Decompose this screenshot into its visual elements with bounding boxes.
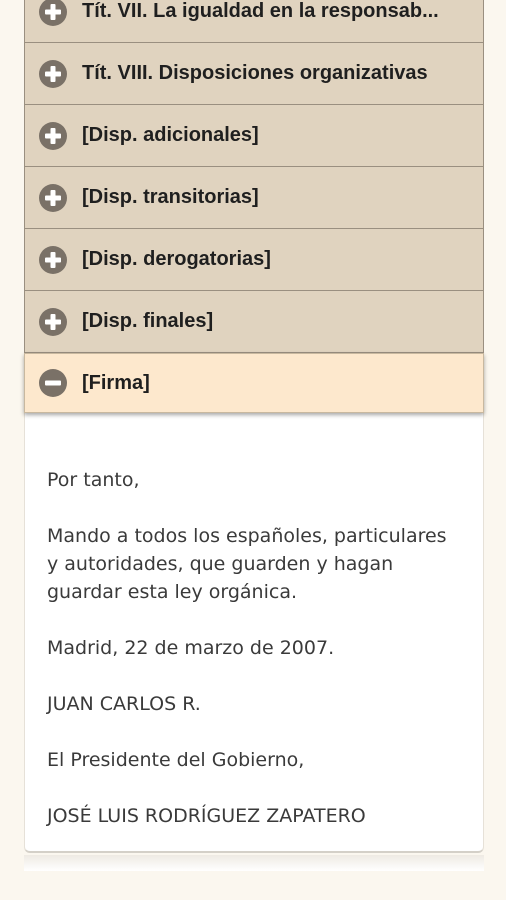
firma-king-signature: JUAN CARLOS R. xyxy=(47,693,201,715)
accordion-item-disp-finales[interactable]: [Disp. finales] xyxy=(24,291,484,353)
accordion: Tít. VII. La igualdad en la responsab...… xyxy=(24,0,484,871)
firma-date: Madrid, 22 de marzo de 2007. xyxy=(47,637,335,659)
accordion-item-titulo-vii[interactable]: Tít. VII. La igualdad en la responsab... xyxy=(24,0,484,43)
plus-circle-icon xyxy=(39,307,67,336)
accordion-item-disp-derogatorias[interactable]: [Disp. derogatorias] xyxy=(24,229,484,291)
firma-president-signature: JOSÉ LUIS RODRÍGUEZ ZAPATERO xyxy=(47,805,366,827)
accordion-item-label: [Disp. transitorias] xyxy=(82,186,259,208)
content-footer-divider xyxy=(24,855,484,871)
accordion-item-label: Tít. VII. La igualdad en la responsab... xyxy=(82,0,439,22)
firma-paragraph: El Presidente del Gobierno, xyxy=(47,749,305,771)
plus-circle-icon xyxy=(39,59,67,88)
minus-circle-icon xyxy=(39,369,67,397)
accordion-item-label: Tít. VIII. Disposiciones organizativas xyxy=(82,62,428,84)
plus-circle-icon xyxy=(39,0,67,26)
accordion-item-label: [Disp. finales] xyxy=(82,310,214,332)
accordion-item-titulo-viii[interactable]: Tít. VIII. Disposiciones organizativas xyxy=(24,43,484,105)
accordion-item-disp-transitorias[interactable]: [Disp. transitorias] xyxy=(24,167,484,229)
accordion-item-label: [Disp. adicionales] xyxy=(82,124,259,146)
accordion-item-label: [Firma] xyxy=(82,371,150,394)
plus-circle-icon xyxy=(39,121,67,150)
firma-paragraph: Mando a todos los españoles, particulare… xyxy=(47,525,447,603)
plus-circle-icon xyxy=(39,245,67,274)
accordion-item-disp-adicionales[interactable]: [Disp. adicionales] xyxy=(24,105,484,167)
firma-panel: Por tanto, Mando a todos los españoles, … xyxy=(24,413,484,853)
accordion-item-firma[interactable]: [Firma] xyxy=(24,353,484,413)
plus-circle-icon xyxy=(39,183,67,212)
firma-paragraph: Por tanto, xyxy=(47,469,140,491)
accordion-item-label: [Disp. derogatorias] xyxy=(82,248,271,270)
